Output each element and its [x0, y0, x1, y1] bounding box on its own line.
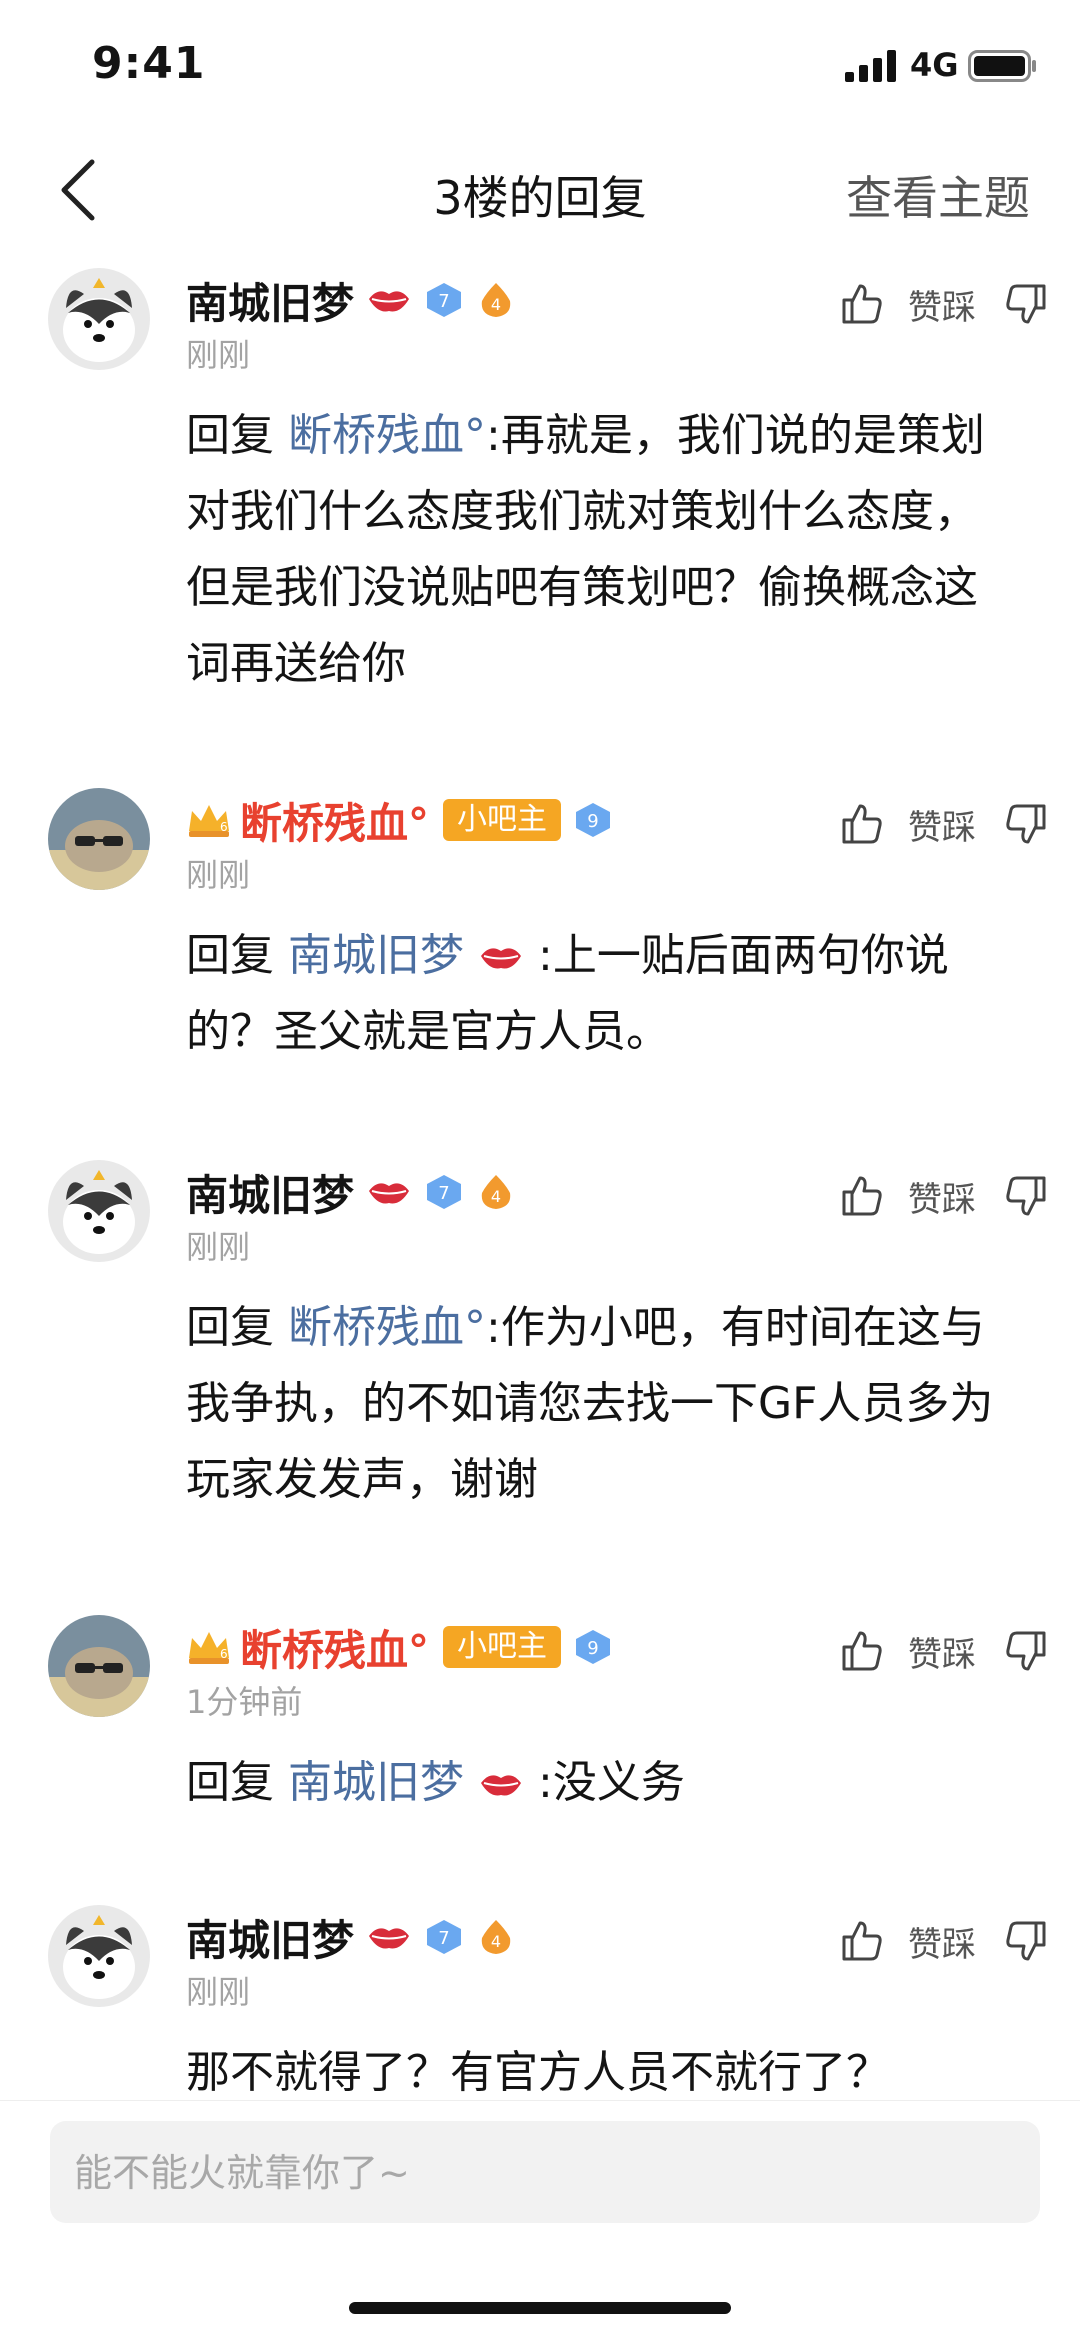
lips-icon — [481, 1775, 521, 1796]
lips-icon — [369, 1183, 410, 1204]
reply-input-box[interactable] — [50, 2121, 1040, 2225]
reply-content: 回复 南城旧梦 :没义务 — [186, 1745, 1006, 1821]
thumbs-up-icon[interactable] — [838, 1172, 886, 1220]
home-indicator[interactable] — [349, 2302, 731, 2314]
reply-item: 南城旧梦 7 4 刚刚 赞踩 回复 断桥残血°:再就是，我们说的是策划对我们什么… — [0, 268, 1080, 738]
lips-icon — [369, 1928, 410, 1949]
svg-text:9: 9 — [587, 1638, 598, 1659]
fire-badge-icon: 4 — [481, 283, 511, 317]
svg-text:4: 4 — [491, 295, 501, 314]
like-dislike-label: 赞踩 — [908, 1634, 976, 1675]
network-type: 4G — [910, 46, 959, 84]
svg-text:7: 7 — [438, 291, 449, 312]
thumbs-up-icon[interactable] — [838, 1917, 886, 1965]
username[interactable]: 南城旧梦 — [186, 1907, 354, 1968]
avatar[interactable] — [48, 268, 150, 370]
reply-text: 那不就得了？有官方人员不就行了？ — [186, 2047, 890, 2098]
thumbs-up-icon[interactable] — [838, 1627, 886, 1675]
crown-icon: 6 — [189, 805, 229, 837]
post-time: 刚刚 — [186, 856, 251, 894]
level-9-icon: 9 — [576, 1630, 611, 1664]
lips-icon — [369, 291, 410, 312]
post-time: 刚刚 — [186, 1973, 251, 2011]
like-dislike-label: 赞踩 — [908, 1179, 976, 1220]
post-time: 1分钟前 — [186, 1683, 303, 1721]
mention-link[interactable]: 断桥残血° — [288, 1302, 486, 1353]
avatar[interactable] — [48, 1905, 150, 2007]
thumbs-down-icon[interactable] — [1002, 280, 1050, 328]
thumbs-down-icon[interactable] — [1002, 1917, 1050, 1965]
avatar[interactable] — [48, 1615, 150, 1717]
like-dislike-label: 赞踩 — [908, 287, 976, 328]
svg-text:6: 6 — [220, 1647, 228, 1661]
svg-text:9: 9 — [587, 811, 598, 832]
level-7-icon: 7 — [427, 283, 462, 317]
mention-link[interactable]: 南城旧梦 — [288, 1757, 464, 1808]
like-dislike-label: 赞踩 — [908, 807, 976, 848]
reply-input[interactable] — [72, 2121, 1016, 2225]
level-7-icon: 7 — [427, 1175, 462, 1209]
reply-prefix: 回复 — [186, 1757, 274, 1808]
username[interactable]: 断桥残血° — [240, 1617, 429, 1678]
nav-bar: 3楼的回复 查看主题 — [0, 130, 1080, 250]
thumbs-up-icon[interactable] — [838, 800, 886, 848]
reply-item: 6 断桥残血° 小吧主 9 刚刚 赞踩 回复 南城旧梦 :上一贴后面两句你说的？… — [0, 788, 1080, 1118]
avatar[interactable] — [48, 788, 150, 890]
crown-icon: 6 — [189, 1632, 229, 1664]
reply-text: :没义务 — [538, 1757, 685, 1808]
level-7-icon: 7 — [427, 1920, 462, 1954]
admin-badge: 小吧主 — [443, 1626, 562, 1668]
status-time: 9:41 — [92, 38, 206, 89]
reply-item: 南城旧梦 7 4 刚刚 赞踩 回复 断桥残血°:作为小吧，有时间在这与我争执，的… — [0, 1160, 1080, 1580]
reply-content: 回复 南城旧梦 :上一贴后面两句你说的？圣父就是官方人员。 — [186, 918, 1006, 1070]
thumbs-down-icon[interactable] — [1002, 800, 1050, 848]
post-time: 刚刚 — [186, 336, 251, 374]
like-dislike-label: 赞踩 — [908, 1924, 976, 1965]
reply-prefix: 回复 — [186, 410, 274, 461]
fire-badge-icon: 4 — [481, 1920, 511, 1954]
reply-prefix: 回复 — [186, 1302, 274, 1353]
username[interactable]: 南城旧梦 — [186, 270, 354, 331]
reply-content: 回复 断桥残血°:作为小吧，有时间在这与我争执，的不如请您去找一下GF人员多为玩… — [186, 1290, 1006, 1518]
thumbs-up-icon[interactable] — [838, 280, 886, 328]
reply-item: 南城旧梦 7 4 刚刚 赞踩 那不就得了？有官方人员不就行了？ — [0, 1905, 1080, 2100]
svg-text:6: 6 — [220, 820, 228, 834]
svg-text:4: 4 — [491, 1932, 501, 1951]
reply-content: 回复 断桥残血°:再就是，我们说的是策划对我们什么态度我们就对策划什么态度，但是… — [186, 398, 1006, 702]
username[interactable]: 南城旧梦 — [186, 1162, 354, 1223]
mention-link[interactable]: 南城旧梦 — [288, 930, 464, 981]
reply-prefix: 回复 — [186, 930, 274, 981]
reply-item: 6 断桥残血° 小吧主 9 1分钟前 赞踩 回复 南城旧梦 :没义务 — [0, 1615, 1080, 1865]
svg-text:7: 7 — [438, 1183, 449, 1204]
avatar[interactable] — [48, 1160, 150, 1262]
thumbs-down-icon[interactable] — [1002, 1627, 1050, 1675]
thumbs-down-icon[interactable] — [1002, 1172, 1050, 1220]
fire-badge-icon: 4 — [481, 1175, 511, 1209]
svg-text:7: 7 — [438, 1928, 449, 1949]
mention-link[interactable]: 断桥残血° — [288, 410, 486, 461]
view-topic-button[interactable]: 查看主题 — [846, 162, 1030, 228]
battery-icon — [968, 50, 1036, 82]
signal-icon — [845, 50, 896, 82]
post-time: 刚刚 — [186, 1228, 251, 1266]
lips-icon — [481, 948, 521, 969]
svg-text:4: 4 — [491, 1187, 501, 1206]
username[interactable]: 断桥残血° — [240, 790, 429, 851]
status-bar: 9:41 4G — [0, 0, 1080, 130]
admin-badge: 小吧主 — [443, 799, 562, 841]
level-9-icon: 9 — [576, 803, 611, 837]
